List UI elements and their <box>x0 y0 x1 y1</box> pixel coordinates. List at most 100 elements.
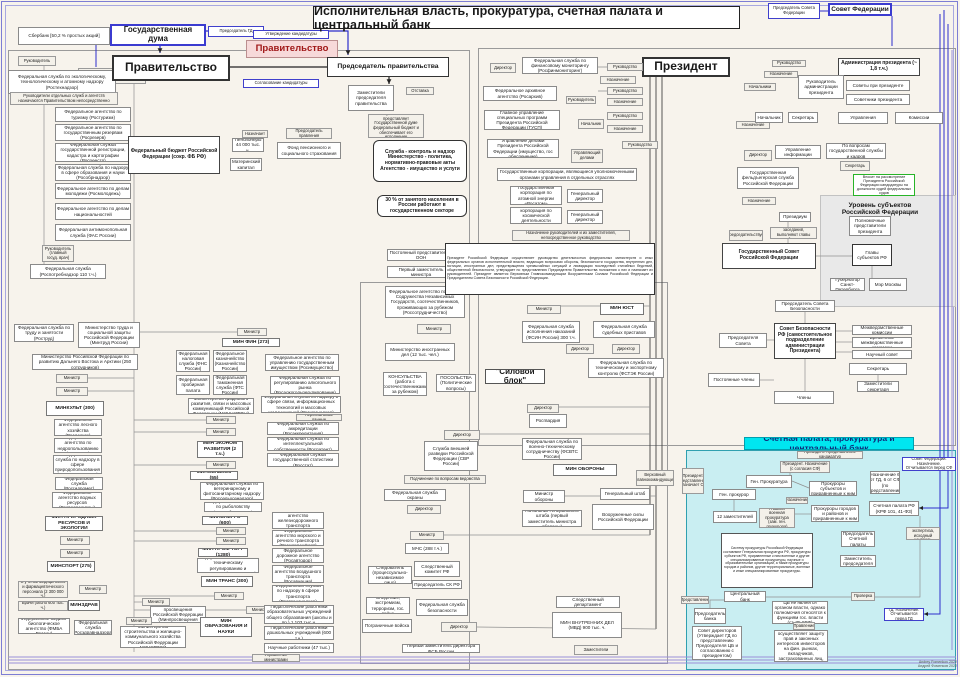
komissii: Комиссии <box>895 112 943 124</box>
ministr-tag-f: Министр <box>237 328 267 336</box>
mid: Министерство иностранных дел (12 тыс. че… <box>385 343 455 361</box>
administratsiya-prezidenta: Администрация президента (~ 1,8 т.ч.) <box>838 58 920 76</box>
feldegerskaya-sluzhba: Государственная фельдъегерская служба Ро… <box>737 167 799 189</box>
prezidium: Президиум <box>779 212 811 222</box>
minzdrav: МИНЗДРАВ <box>68 600 100 611</box>
rosaviatsiya: Федеральное агентство воздушного транспо… <box>272 565 324 583</box>
rosavtodor: Федеральное дорожное агентство (Росавтод… <box>272 548 324 563</box>
rostrud: Федеральная служба по труду и занятости … <box>14 324 74 342</box>
fsin: Федеральная служба исполнения наказаний … <box>522 321 580 343</box>
pravlenie-tag: Правление <box>793 622 815 630</box>
predsedatel-banka: Председатель банка <box>694 608 726 624</box>
min-oborony: МИН ОБОРОНЫ <box>553 464 617 476</box>
prezident-predstavlenie-sf-tag: Президент. Представление. Назначает СФ <box>682 468 704 494</box>
sovet-direktorov: Совет директоров (Утверждает ГД по предс… <box>692 626 742 660</box>
minobrnauki: МИН ОБРАЗОВАНИЯ И НАУКИ <box>200 617 252 637</box>
sekretar-tag2: Секретарь <box>840 161 870 171</box>
naznachenie-tag1: Назначение <box>600 76 636 84</box>
minprirody: МИН ПРИРОДНЫХ РЕСУРСОВ И ЭКОЛОГИИ <box>45 516 103 531</box>
sledstvenny-departament: Следственный департамент <box>556 596 620 608</box>
rukovoditel-tag2: Руководитель <box>566 96 596 104</box>
direktor-tag5: Директор <box>527 404 559 413</box>
gen-prokuror: Ген. прокурор <box>712 489 756 500</box>
cyan-header: Счетная палата, прокуратура и центральны… <box>744 437 914 450</box>
fns: Федеральная налоговая служба (ФНС России… <box>176 350 210 372</box>
prokurory-gorodov: Прокуроры городов и районов и приравненн… <box>811 505 859 522</box>
sledovatel-note: Следователь (процессуально-независимое л… <box>368 566 412 584</box>
soglasovanie-kandidatury-tag: Согласование кандидатуры <box>243 79 319 88</box>
mer-moskvy: Мэр Москвы <box>869 278 907 291</box>
rosarhiv: Федеральное архивное агентство (Росархив… <box>483 86 557 101</box>
rosakkreditatsiya: Федеральная служба по аккредитации (Роса… <box>267 422 339 435</box>
roszdravnadzor: Федеральная служба Росздравнадзора <box>74 620 112 635</box>
tsentralny-bank: Центральный банк <box>724 591 766 602</box>
rukovoditeli-note: Руководители отдельных служб и агентств … <box>10 92 118 105</box>
pedagogi-doshkolnykh: Педагогические работники дошкольных учре… <box>264 626 334 640</box>
sudi-note: Вносит на рассмотрение Президента Россий… <box>853 174 915 196</box>
fmba: Федеральное медико-биологическое агентст… <box>18 618 70 634</box>
diagram-title: Исполнительная власть, прокуратура, счет… <box>313 6 740 29</box>
gossovet: Государственный Совет Российской Федерац… <box>722 243 816 269</box>
sledstvenny-komitet: Следственный комитет РФ <box>414 561 460 577</box>
gusp: Главное управление специальных программ … <box>484 110 560 130</box>
rosfinmonitoring: Федеральная служба по финансовому монито… <box>522 57 598 74</box>
zam-predsedatelya-sp: Заместитель председателя <box>840 555 876 567</box>
proverka-tag: Проверка <box>851 592 875 601</box>
rosgvardiya: Росгвардия <box>529 414 567 428</box>
prezident-note: Президент Российской Федерации осуществл… <box>445 243 655 295</box>
direktor-tag3: Директор <box>566 344 594 354</box>
rosrezerv: Федеральное агентство по государственным… <box>55 124 131 141</box>
pravitelstvo-pink: Правительство <box>246 40 338 58</box>
upravlenie-delami: Управление делами Президента Российской … <box>487 139 559 158</box>
naznachenie-rukovoditeley-note: Назначение руководителей и их заместител… <box>512 230 630 241</box>
personalnye-dannye-tag: Персональные данные <box>296 414 342 421</box>
rukovoditel-administratsii: Руководитель администрации президента <box>798 75 844 99</box>
nauchnye-rabotniki: Научные работники (47 тыс.) <box>264 643 334 653</box>
rosrybolovstvo: Федеральное агентство по рыболовству (Ро… <box>204 502 262 512</box>
goskorporatsii-note: Государственные корпорации, являющиеся у… <box>497 168 637 181</box>
fssp: Федеральная служба судебных приставов <box>593 321 655 338</box>
upravleniya: Управления <box>838 112 888 124</box>
fsb: Федеральная служба безопасности <box>416 599 468 616</box>
prezident-naznachenie-tag: Президент. Назначение (с согласия СФ) <box>780 461 830 473</box>
naznachenie-tag8: Назначение <box>786 497 808 504</box>
minsport: МИНСПОРТ (275) <box>47 561 95 572</box>
rosimushchestvo: Федеральное агентство по управлению госу… <box>265 354 339 371</box>
kaznacheystvo: Федеральное казначейство (Казначейство Р… <box>213 350 247 372</box>
otstavka-tag: Отставка <box>406 87 434 95</box>
postoyannye-chleny: Постоянные члены <box>708 373 760 387</box>
mezhvedomstvennye-komissii: Межведомственные комиссии <box>852 325 912 335</box>
predsedatel-pravleniya: Председатель правления <box>286 128 332 139</box>
svr: Служба внешней разведки Российской Федер… <box>424 441 478 471</box>
glavny-vrach: Руководитель (главный госуд. врач) <box>42 245 74 262</box>
nauchny-sovet: Научный совет <box>852 350 912 359</box>
polnomochnye-predstaviteli: Полномочные представители президента <box>849 216 891 236</box>
federalny-budzhet: Федеральный бюджет Российской Федерации … <box>128 136 220 174</box>
cb-status-note: ЦБ не является органом власти, однако по… <box>772 601 828 624</box>
predstavlenie-tag: Представление <box>681 596 709 604</box>
ministr-yust-tag: Министр <box>527 305 561 314</box>
rosvodresursy: Федеральное агентство водных ресурсов (Р… <box>52 492 102 508</box>
rosmorrechflot: Федеральное агентство морского и речного… <box>272 530 324 546</box>
direktor-tag1: Директор <box>490 63 516 73</box>
auditory: Аудиторы. Назначение 6 от ГД, 6 от СФ (п… <box>870 471 900 494</box>
sberbank: Сбербанк [50,2 % простых акций] <box>18 27 110 45</box>
ministr-oborony: Министр обороны <box>523 490 565 503</box>
ministr-mid-tag: Министр <box>417 324 451 334</box>
mintsifry: Министерство цифрового развития, связи и… <box>188 398 254 414</box>
rosreestr: Федеральная служба государственной регис… <box>55 143 131 162</box>
minvostokrazvitiya: Министерство Российской Федерации по раз… <box>32 354 138 370</box>
rostransnadzor: Федеральная служба по надзору в сфере тр… <box>272 585 324 602</box>
gen-prokuratura: Ген. Прокуратура <box>746 475 792 488</box>
predsedatel-soveta-federatsii: Председатель Совета Федерации <box>768 3 820 19</box>
vrachi-note: Врачи (около 600 тыс. ч.) <box>18 601 68 611</box>
gendirektor-roskosmos: Генеральный директор <box>567 210 603 224</box>
sledstvie-note: Следствие, экстремизм, терроризм, гос. т… <box>366 597 410 614</box>
rukovodstvo-tag4: Руководство <box>622 141 658 149</box>
rukovodstvo-tag3: Руководство <box>607 112 643 120</box>
nachalniki-tag: Начальники <box>744 83 776 91</box>
direktor-tag6: Директор <box>444 430 480 440</box>
fso: Федеральная служба охраны <box>384 489 446 501</box>
fas: Федеральная антимонопольная служба (ФАС … <box>55 224 131 241</box>
pravitelstvo-big: Правительство <box>112 55 230 81</box>
